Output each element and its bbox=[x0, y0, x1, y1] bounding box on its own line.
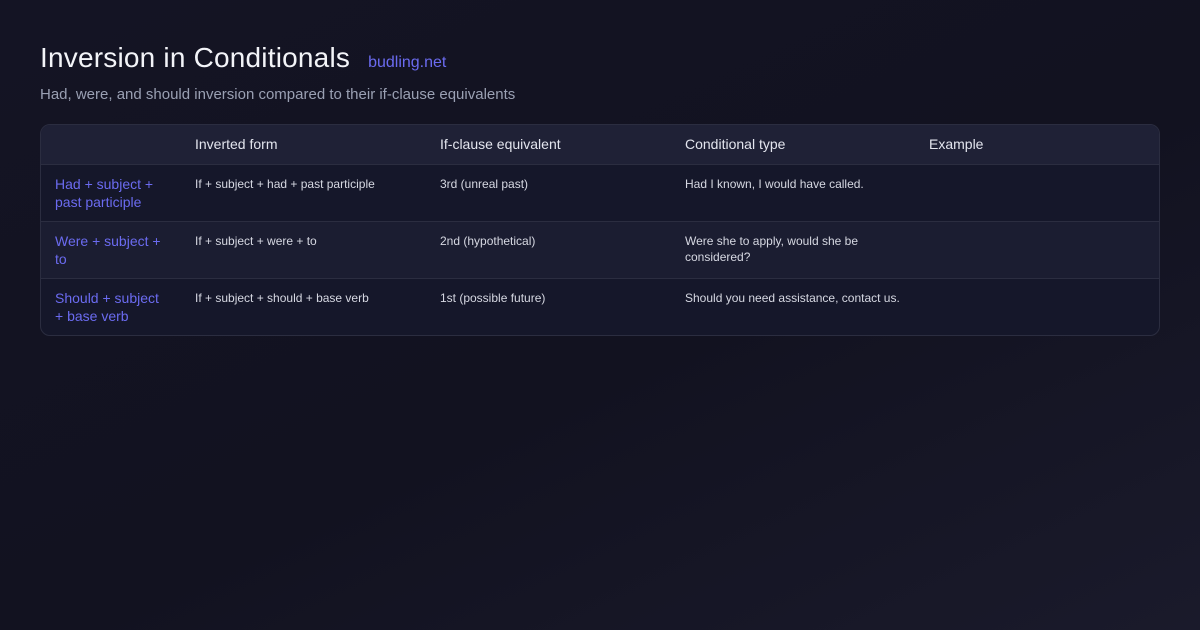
row-label: Had + subject + past participle bbox=[55, 175, 154, 210]
row-label: Were + subject + to bbox=[41, 220, 181, 278]
table-cell: 1st (possible future) bbox=[426, 277, 671, 335]
title-row: Inversion in Conditionals budling.net bbox=[40, 42, 1160, 74]
table-row: Should + subject + base verb If + subjec… bbox=[41, 277, 1159, 335]
page: Inversion in Conditionals budling.net Ha… bbox=[0, 0, 1200, 630]
header: Inversion in Conditionals budling.net Ha… bbox=[40, 42, 1160, 103]
table-cell: Had I known, I would have called. bbox=[685, 176, 864, 191]
comparison-table: Inverted form If-clause equivalent Condi… bbox=[40, 124, 1160, 336]
column-header-example: Example bbox=[915, 125, 1159, 165]
brand-link[interactable]: budling.net bbox=[368, 54, 446, 72]
table-row: Were + subject + to If + subject + were … bbox=[41, 220, 1159, 278]
column-header-inverted-form: Inverted form bbox=[181, 125, 426, 165]
column-header-if-clause: If-clause equivalent bbox=[426, 125, 671, 165]
table-cell bbox=[915, 220, 1159, 278]
table-cell: 2nd (hypothetical) bbox=[426, 220, 671, 278]
page-title: Inversion in Conditionals bbox=[40, 42, 351, 73]
table-row: Had + subject + past participle If + sub… bbox=[41, 164, 1159, 221]
table-cell: Were she to apply, would she be consider… bbox=[671, 220, 915, 278]
page-subtitle: Had, were, and should inversion compared… bbox=[40, 86, 516, 103]
table-header-row: Inverted form If-clause equivalent Condi… bbox=[41, 125, 1159, 165]
table-cell: If + subject + should + base verb bbox=[181, 277, 426, 335]
column-header-conditional-type: Conditional type bbox=[671, 125, 915, 165]
row-label: Should + subject + base verb bbox=[41, 277, 181, 335]
table-cell: If + subject + were + to bbox=[181, 220, 426, 278]
table-cell bbox=[915, 164, 1159, 221]
table-cell: Should you need assistance, contact us. bbox=[671, 277, 915, 335]
table-cell: If + subject + had + past participle bbox=[195, 176, 375, 191]
table-cell: 3rd (unreal past) bbox=[440, 176, 529, 191]
table-cell bbox=[915, 277, 1159, 335]
column-header-blank bbox=[41, 125, 181, 165]
